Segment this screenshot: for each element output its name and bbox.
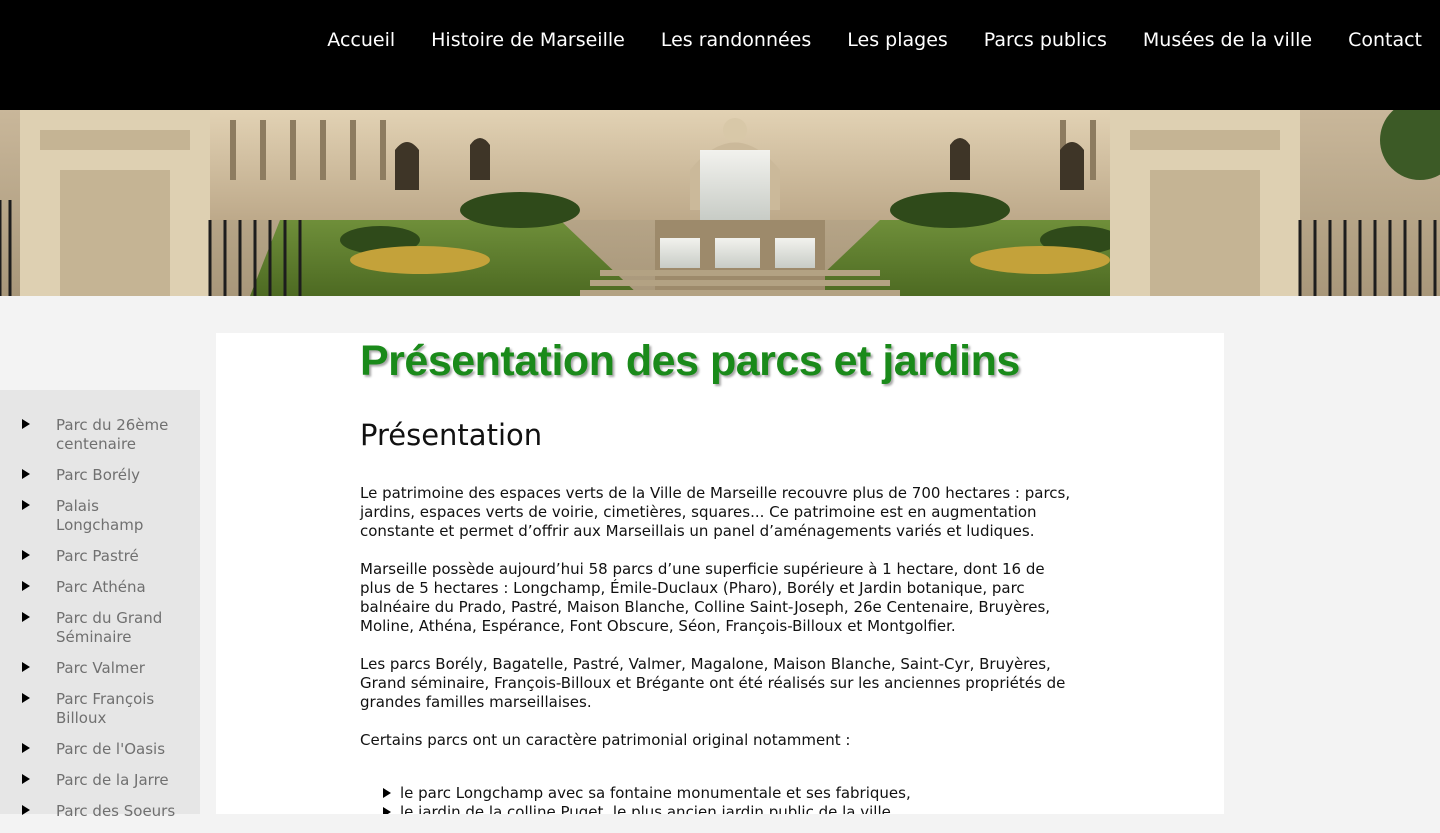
sidebar-item-label: Parc Pastré (56, 547, 139, 565)
list-item: le parc Longchamp avec sa fontaine monum… (360, 784, 1072, 803)
parks-sidebar: Parc du 26ème centenaire Parc Borély Pal… (0, 390, 200, 820)
sidebar-item-label: Parc Valmer (56, 659, 145, 677)
parks-list: Parc du 26ème centenaire Parc Borély Pal… (0, 416, 200, 833)
triangle-bullet-icon (22, 774, 30, 784)
triangle-bullet-icon (22, 550, 30, 560)
sidebar-item-label: Parc Athéna (56, 578, 146, 596)
sidebar-item-parc-pastre[interactable]: Parc Pastré (0, 547, 200, 566)
sidebar-item-label: Parc de la Jarre (56, 771, 169, 789)
sidebar-item-label: Palais Longchamp (56, 497, 144, 534)
sidebar-item-label: Parc du 26ème centenaire (56, 416, 169, 453)
nav-link-contact[interactable]: Contact (1348, 27, 1422, 53)
triangle-bullet-icon (383, 807, 391, 814)
list-item-text: le jardin de la colline Puget, le plus a… (400, 803, 891, 814)
list-item: le jardin de la colline Puget, le plus a… (360, 803, 1072, 814)
triangle-bullet-icon (22, 743, 30, 753)
main-nav: Accueil Histoire de Marseille Les randon… (327, 27, 1422, 53)
sidebar-item-label: Parc de l'Oasis (56, 740, 166, 758)
nav-link-plages[interactable]: Les plages (847, 27, 948, 53)
nav-link-parcs-publics[interactable]: Parcs publics (984, 27, 1107, 53)
triangle-bullet-icon (22, 469, 30, 479)
heritage-parks-list: le parc Longchamp avec sa fontaine monum… (360, 784, 1072, 814)
sidebar-item-parc-valmer[interactable]: Parc Valmer (0, 659, 200, 678)
triangle-bullet-icon (22, 581, 30, 591)
triangle-bullet-icon (22, 662, 30, 672)
sidebar-item-parc-borely[interactable]: Parc Borély (0, 466, 200, 485)
palais-longchamp-image (0, 110, 1440, 296)
triangle-bullet-icon (22, 500, 30, 510)
section-title: Présentation (360, 418, 543, 452)
sidebar-item-parc-francois-billoux[interactable]: Parc François Billoux (0, 690, 200, 728)
sidebar-item-parc-soeurs[interactable]: Parc des Soeurs (0, 802, 200, 821)
paragraph-family-estates: Les parcs Borély, Bagatelle, Pastré, Val… (360, 655, 1066, 711)
page-title: Présentation des parcs et jardins (360, 337, 1020, 385)
sidebar-item-parc-jarre[interactable]: Parc de la Jarre (0, 771, 200, 790)
article-content: Présentation des parcs et jardins Présen… (360, 333, 1072, 814)
nav-link-musees[interactable]: Musées de la ville (1143, 27, 1312, 53)
sidebar-item-parc-26eme-centenaire[interactable]: Parc du 26ème centenaire (0, 416, 200, 454)
top-navigation-bar: Accueil Histoire de Marseille Les randon… (0, 0, 1440, 110)
paragraph-parks-count: Marseille possède aujourd’hui 58 parcs d… (360, 560, 1051, 635)
triangle-bullet-icon (22, 693, 30, 703)
triangle-bullet-icon (22, 419, 30, 429)
nav-link-histoire[interactable]: Histoire de Marseille (431, 27, 625, 53)
nav-link-accueil[interactable]: Accueil (327, 27, 395, 53)
sidebar-item-parc-oasis[interactable]: Parc de l'Oasis (0, 740, 200, 759)
triangle-bullet-icon (383, 788, 391, 798)
sidebar-item-palais-longchamp[interactable]: Palais Longchamp (0, 497, 200, 535)
sidebar-item-parc-athena[interactable]: Parc Athéna (0, 578, 200, 597)
nav-link-randonnees[interactable]: Les randonnées (661, 27, 811, 53)
sidebar-item-label: Parc du Grand Séminaire (56, 609, 163, 646)
paragraph-heritage-intro: Certains parcs ont un caractère patrimon… (360, 731, 851, 749)
sidebar-item-parc-grand-seminaire[interactable]: Parc du Grand Séminaire (0, 609, 200, 647)
triangle-bullet-icon (22, 612, 30, 622)
main-content-card: Présentation des parcs et jardins Présen… (216, 333, 1224, 814)
hero-banner (0, 110, 1440, 296)
paragraph-intro: Le patrimoine des espaces verts de la Vi… (360, 484, 1071, 540)
sidebar-item-label: Parc des Soeurs (56, 802, 176, 820)
sidebar-item-label: Parc François Billoux (56, 690, 155, 727)
sidebar-item-label: Parc Borély (56, 466, 140, 484)
list-item-text: le parc Longchamp avec sa fontaine monum… (400, 784, 911, 802)
